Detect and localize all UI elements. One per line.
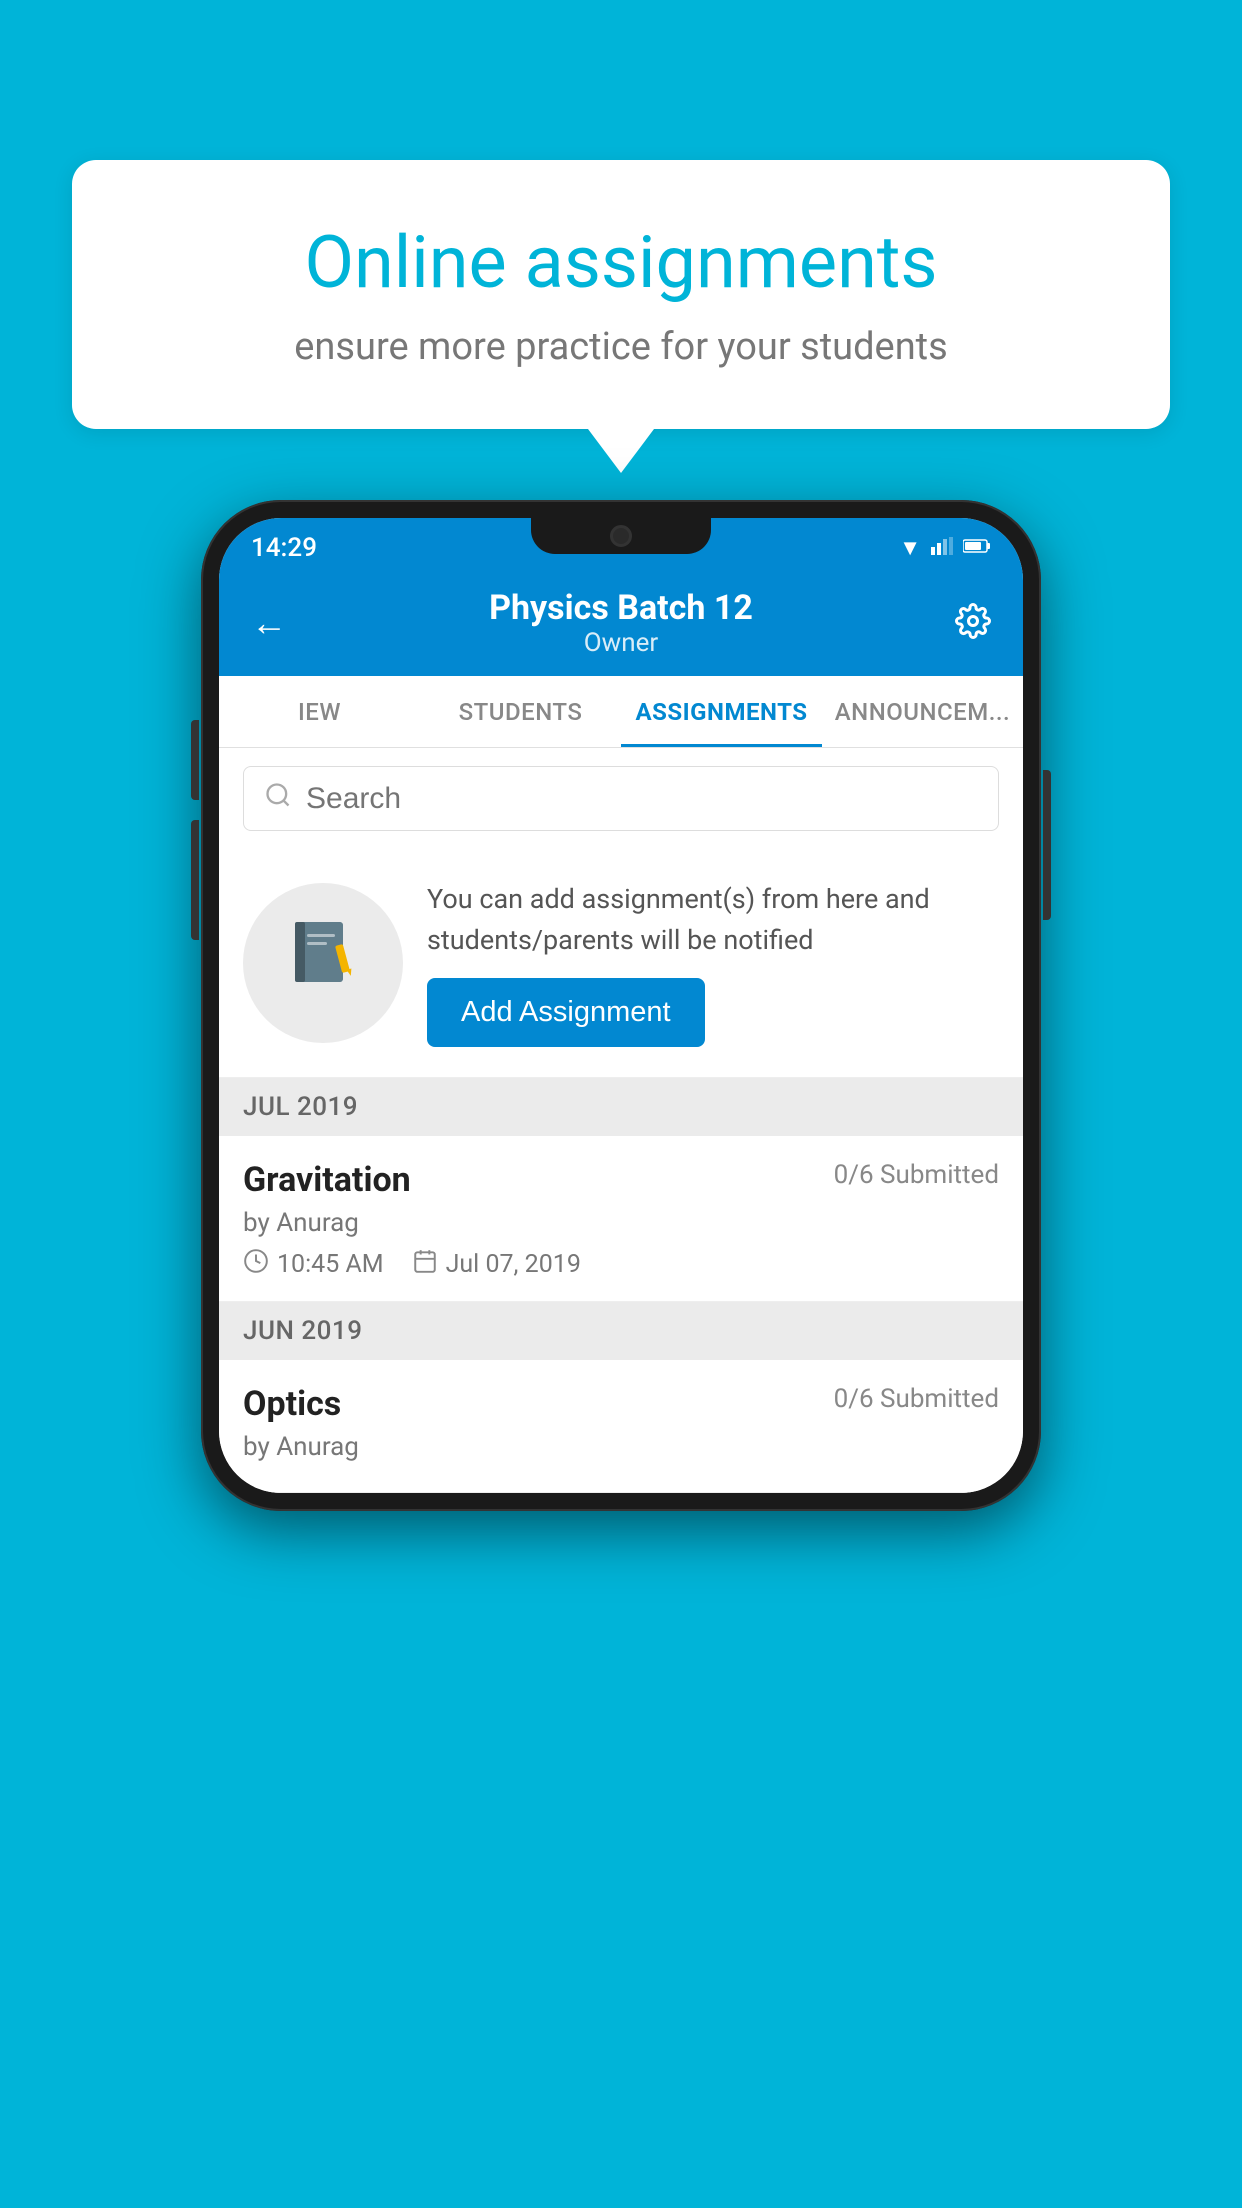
search-icon (264, 781, 292, 816)
assignment-meta: 10:45 AM Jul 07, 2019 (243, 1248, 999, 1281)
assignment-optics-name: Optics (243, 1384, 341, 1424)
bubble-title: Online assignments (142, 220, 1100, 305)
assignment-optics[interactable]: Optics 0/6 Submitted by Anurag (219, 1360, 1023, 1493)
clock-icon (243, 1248, 269, 1281)
notebook-icon (283, 914, 363, 1012)
search-container (219, 748, 1023, 849)
signal-icon (931, 536, 953, 561)
phone-notch (531, 518, 711, 554)
assignment-date: Jul 07, 2019 (412, 1248, 581, 1281)
status-icons: ▼ (899, 535, 991, 561)
assignment-optics-submitted: 0/6 Submitted (834, 1384, 999, 1414)
assignment-optics-header: Optics 0/6 Submitted (243, 1384, 999, 1424)
tab-announcements[interactable]: ANNOUNCEM... (822, 676, 1023, 747)
assignment-by: by Anurag (243, 1208, 999, 1238)
tab-iew[interactable]: IEW (219, 676, 420, 747)
bubble-subtitle: ensure more practice for your students (142, 325, 1100, 369)
status-time: 14:29 (251, 533, 317, 563)
assignment-gravitation[interactable]: Gravitation 0/6 Submitted by Anurag 10:4… (219, 1136, 1023, 1302)
tab-students[interactable]: STUDENTS (420, 676, 621, 747)
header-center: Physics Batch 12 Owner (489, 588, 753, 658)
assignment-submitted: 0/6 Submitted (834, 1160, 999, 1190)
assignment-icon (243, 883, 403, 1043)
assignment-name: Gravitation (243, 1160, 411, 1200)
settings-icon (955, 603, 991, 639)
assignment-header: Gravitation 0/6 Submitted (243, 1160, 999, 1200)
search-bar[interactable] (243, 766, 999, 831)
add-assignment-info: You can add assignment(s) from here and … (427, 879, 999, 1047)
add-assignment-card: You can add assignment(s) from here and … (219, 849, 1023, 1078)
header-title: Physics Batch 12 (489, 588, 753, 628)
back-button[interactable]: ← (251, 602, 287, 644)
phone-button-left (191, 720, 199, 800)
speech-bubble-container: Online assignments ensure more practice … (72, 160, 1170, 429)
header-subtitle: Owner (489, 628, 753, 658)
search-input[interactable] (306, 782, 978, 816)
phone-camera (610, 525, 632, 547)
phone-button-left2 (191, 820, 199, 940)
section-jul-2019: JUL 2019 (219, 1078, 1023, 1136)
section-jun-2019: JUN 2019 (219, 1302, 1023, 1360)
wifi-icon: ▼ (899, 535, 921, 561)
assignment-time: 10:45 AM (243, 1248, 384, 1281)
phone-wrapper: 14:29 ▼ (201, 500, 1041, 1511)
app-header: ← Physics Batch 12 Owner (219, 570, 1023, 676)
settings-button[interactable] (955, 603, 991, 643)
add-assignment-description: You can add assignment(s) from here and … (427, 879, 999, 960)
add-assignment-button[interactable]: Add Assignment (427, 978, 705, 1047)
battery-icon (963, 538, 991, 559)
phone-screen: 14:29 ▼ (219, 518, 1023, 1493)
phone-outer: 14:29 ▼ (201, 500, 1041, 1511)
speech-bubble: Online assignments ensure more practice … (72, 160, 1170, 429)
phone-button-right (1043, 770, 1051, 920)
calendar-icon (412, 1248, 438, 1281)
tabs-bar: IEW STUDENTS ASSIGNMENTS ANNOUNCEM... (219, 676, 1023, 748)
tab-assignments[interactable]: ASSIGNMENTS (621, 676, 822, 747)
assignment-optics-by: by Anurag (243, 1432, 999, 1462)
